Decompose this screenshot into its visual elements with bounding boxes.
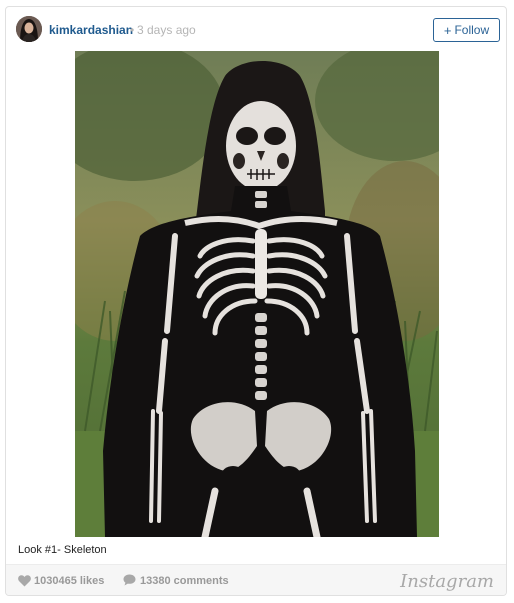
comment-bubble-icon[interactable]	[123, 574, 136, 586]
skeleton-costume-photo	[75, 51, 439, 537]
avatar[interactable]	[16, 16, 42, 42]
instagram-logo[interactable]: Instagram	[400, 571, 494, 592]
likes-count[interactable]: 1030465 likes	[34, 575, 104, 587]
post-caption: Look #1- Skeleton	[18, 544, 107, 556]
plus-icon: +	[443, 22, 452, 38]
follow-label: Follow	[454, 23, 490, 37]
follow-button[interactable]: + Follow	[433, 18, 500, 42]
post-timestamp: 3 days ago	[137, 23, 196, 37]
instagram-post-card: kimkardashian • 3 days ago + Follow Look…	[5, 6, 507, 596]
post-photo[interactable]	[75, 51, 439, 537]
heart-icon[interactable]	[18, 575, 31, 587]
post-header: kimkardashian • 3 days ago + Follow	[6, 7, 506, 51]
username-link[interactable]: kimkardashian	[49, 23, 133, 37]
post-footer: 1030465 likes 13380 comments Instagram	[6, 564, 506, 595]
comments-count[interactable]: 13380 comments	[140, 575, 229, 587]
separator-dot: •	[130, 23, 135, 37]
